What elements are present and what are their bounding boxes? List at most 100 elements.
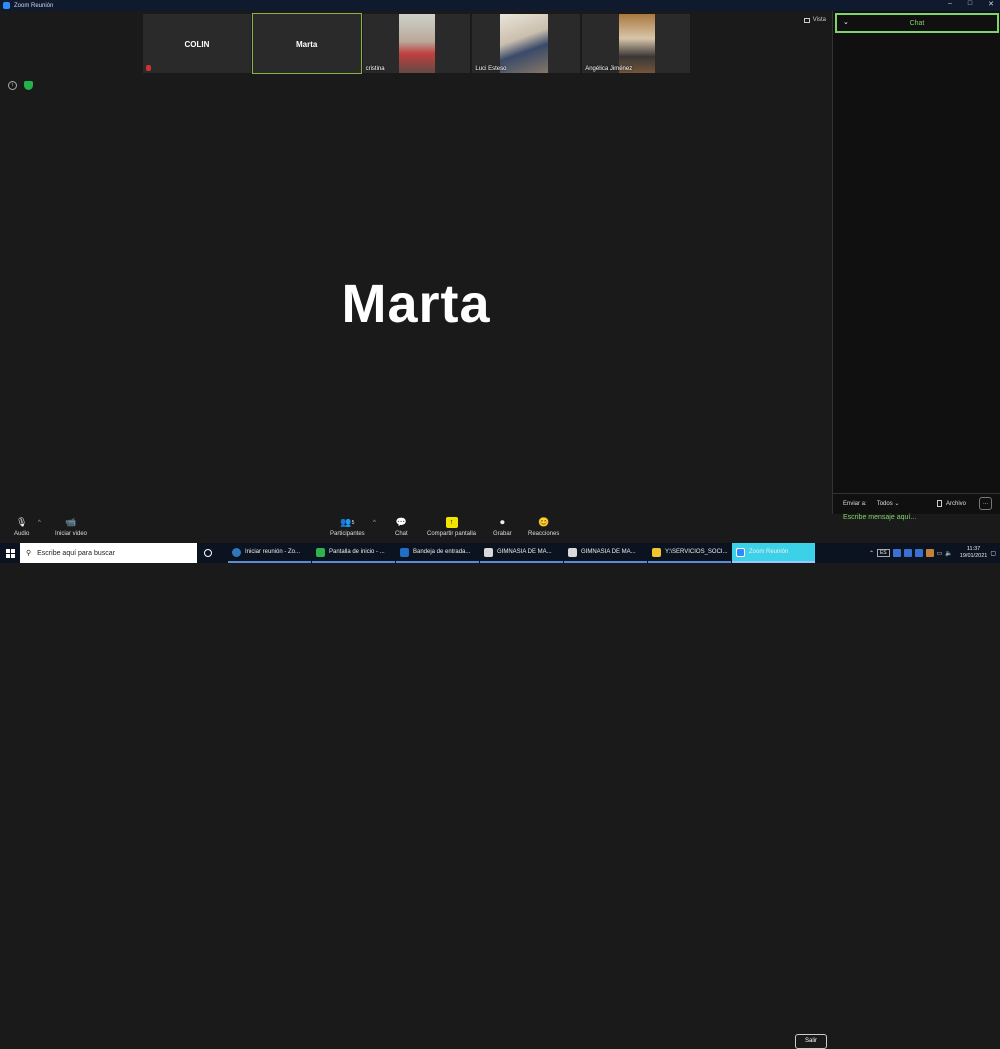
taskbar-item-label: GIMNASIA DE MA... (581, 549, 636, 555)
participants-button[interactable]: 👥 5 Participantes (330, 517, 365, 537)
taskbar-item-outlook[interactable]: Bandeja de entrada... (396, 543, 479, 563)
share-screen-button[interactable]: ↑ Compartir pantalla (427, 517, 476, 537)
view-button[interactable]: Vista (803, 17, 826, 23)
info-icon[interactable]: i (8, 81, 17, 90)
file-label: Archivo (946, 500, 967, 507)
maximize-button[interactable]: □ (968, 0, 972, 8)
participants-label: Participantes (330, 531, 365, 537)
taskbar-item-zoom[interactable]: Zoom Reunión (732, 543, 815, 563)
search-icon: ⚲ (26, 550, 32, 557)
edge-icon (232, 547, 241, 557)
tray-app-icon[interactable] (914, 549, 923, 557)
audio-button[interactable]: 🎙 Audio (14, 517, 29, 537)
participant-name: COLIN (184, 40, 210, 49)
share-label: Compartir pantalla (427, 531, 477, 537)
participant-label: cristina (365, 66, 385, 72)
file-icon (937, 500, 942, 507)
task-view-button[interactable] (219, 543, 228, 563)
gallery-strip: COLIN Marta cristina Luci Esteso Angélic… (142, 13, 691, 74)
divider (833, 493, 1000, 494)
meeting-info-icons: i (8, 81, 33, 90)
window-titlebar: Zoom Reunión – □ ✕ (0, 0, 1000, 11)
network-icon[interactable]: ▭ (937, 550, 943, 557)
participant-tile-cristina[interactable]: cristina (361, 13, 472, 74)
record-icon: ⏺ (500, 517, 505, 527)
reactions-button[interactable]: 😊 Reacciones (528, 517, 559, 537)
minimize-button[interactable]: – (948, 0, 952, 8)
meeting-stage: COLIN Marta cristina Luci Esteso Angélic… (0, 11, 832, 514)
window-title: Zoom Reunión (14, 2, 54, 9)
participant-tile-luci[interactable]: Luci Esteso (471, 13, 582, 74)
chat-header[interactable]: ⌄ Chat (835, 13, 999, 33)
participant-tile-angelica[interactable]: Angélica Jiménez (581, 13, 691, 74)
zoom-logo-icon (3, 2, 10, 9)
participant-video (500, 14, 549, 73)
participant-video (398, 14, 435, 73)
taskbar-item-label: Zoom Reunión (749, 549, 789, 555)
windows-logo-icon (5, 548, 15, 558)
microphone-icon: 🎙 (15, 517, 28, 527)
send-to-label: Enviar a: (843, 500, 867, 507)
send-to-row: Enviar a: Todos ⌄ (843, 500, 900, 508)
windows-taskbar: ⚲ Escribe aquí para buscar Iniciar reuni… (0, 543, 1000, 563)
participant-video (619, 14, 656, 73)
taskbar-item-label: GIMNASIA DE MA... (497, 549, 552, 555)
view-label: Vista (812, 17, 826, 23)
taskbar-item-label: Iniciar reunión - Zo... (245, 549, 301, 555)
participants-count: 5 (351, 519, 355, 526)
system-tray: ⌃ ES ▭ 🔈 11:37 19/01/2021 ▢ (869, 543, 1000, 563)
start-video-button[interactable]: 📹 Iniciar video (55, 517, 87, 537)
taskbar-item-gimnasia-1[interactable]: GIMNASIA DE MA... (480, 543, 563, 563)
tray-overflow-icon[interactable]: ⌃ (869, 550, 874, 557)
chat-panel: ⌄ Chat Enviar a: Todos ⌄ Archivo ... Esc… (832, 11, 1000, 521)
notifications-icon[interactable]: ▢ (990, 550, 996, 557)
send-to-value: Todos (876, 501, 893, 507)
participant-label: Angélica Jiménez (585, 66, 633, 72)
video-off-icon: 📹 (65, 517, 77, 527)
record-label: Grabar (493, 531, 512, 537)
participants-options-caret[interactable]: ^ (373, 520, 376, 526)
taskbar-item-home[interactable]: Pantalla de inicio - ... (312, 543, 395, 563)
reactions-label: Reacciones (528, 531, 560, 537)
cortana-button[interactable] (197, 543, 219, 563)
audio-options-caret[interactable]: ^ (38, 520, 41, 526)
photo-icon (484, 547, 493, 557)
chat-message-input[interactable]: Escribe mensaje aquí... (843, 514, 916, 521)
more-options-button[interactable]: ... (979, 497, 992, 510)
chat-title: Chat (909, 19, 925, 27)
share-screen-icon: ↑ (445, 517, 458, 528)
taskbar-item-gimnasia-2[interactable]: GIMNASIA DE MA... (564, 543, 647, 563)
muted-mic-icon (146, 65, 151, 71)
participant-tile-marta[interactable]: Marta (251, 13, 362, 74)
taskbar-item-label: Y:\SERVICIOS_SOCI... (665, 549, 728, 555)
participant-tile-colin[interactable]: COLIN (142, 13, 252, 74)
language-indicator[interactable]: ES (876, 549, 890, 557)
outlook-icon (400, 547, 409, 557)
shield-icon[interactable] (24, 81, 33, 90)
taskbar-item-explorer[interactable]: Y:\SERVICIOS_SOCI... (648, 543, 731, 563)
close-button[interactable]: ✕ (988, 0, 994, 8)
record-button[interactable]: ⏺ Grabar (493, 517, 512, 537)
chat-button[interactable]: 💬 Chat (395, 517, 408, 537)
taskbar-item-label: Pantalla de inicio - ... (329, 549, 385, 555)
send-to-dropdown[interactable]: Todos ⌄ (877, 500, 900, 507)
volume-icon[interactable]: 🔈 (945, 550, 952, 557)
leave-button[interactable]: Salir (795, 1034, 827, 1049)
video-label: Iniciar video (55, 531, 88, 537)
system-clock[interactable]: 11:37 19/01/2021 (960, 546, 988, 560)
chat-icon: 💬 (395, 517, 407, 527)
participant-label: Luci Esteso (475, 66, 507, 72)
tray-app-icon[interactable] (892, 549, 901, 557)
clock-time: 11:37 (966, 546, 981, 552)
file-button[interactable]: Archivo (937, 500, 966, 507)
taskbar-search-input[interactable]: ⚲ Escribe aquí para buscar (20, 543, 197, 563)
tray-app-icon[interactable] (903, 549, 912, 557)
tray-app-icon[interactable] (925, 549, 934, 557)
cortana-icon (204, 549, 212, 557)
meeting-toolbar: 🎙 Audio ^ 📹 Iniciar video 👥 5 Participant… (0, 514, 832, 1049)
grid-icon (803, 17, 810, 23)
taskbar-item-edge[interactable]: Iniciar reunión - Zo... (228, 543, 311, 563)
audio-label: Audio (14, 531, 30, 537)
chevron-down-icon[interactable]: ⌄ (843, 18, 849, 26)
start-button[interactable] (0, 543, 20, 563)
